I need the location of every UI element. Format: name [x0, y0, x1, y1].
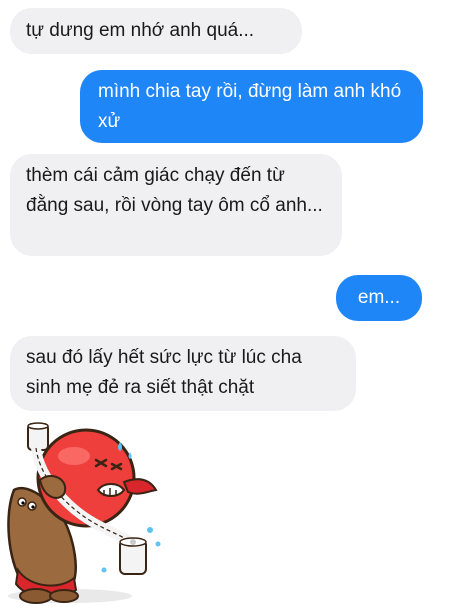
incoming-message-bubble[interactable]: tự dưng em nhớ anh quá... [10, 8, 302, 54]
message-text: mình chia tay rồi, đừng làm anh khó xử [98, 81, 402, 132]
cartoon-strangling-sticker-icon[interactable] [0, 420, 175, 606]
message-text: thèm cái cảm giác chạy đến từ đằng sau, … [26, 165, 323, 216]
incoming-message-bubble[interactable]: thèm cái cảm giác chạy đến từ đằng sau, … [10, 154, 342, 256]
message-text: em... [357, 287, 401, 308]
outgoing-message-bubble[interactable]: em... [336, 275, 422, 321]
outgoing-message-bubble[interactable]: mình chia tay rồi, đừng làm anh khó xử [80, 70, 423, 143]
message-text: sau đó lấy hết sức lực từ lúc cha sinh m… [26, 347, 302, 398]
message-text: tự dưng em nhớ anh quá... [26, 20, 255, 41]
incoming-message-bubble[interactable]: sau đó lấy hết sức lực từ lúc cha sinh m… [10, 336, 356, 411]
